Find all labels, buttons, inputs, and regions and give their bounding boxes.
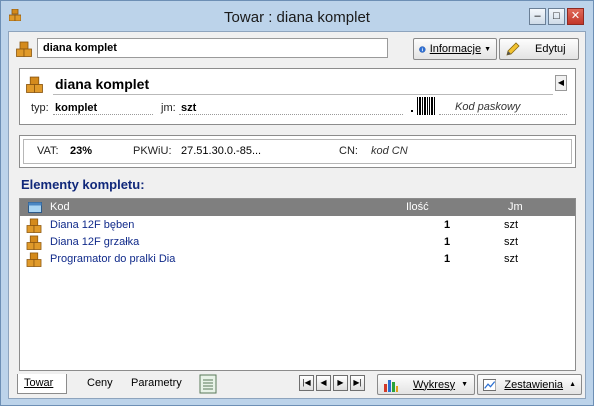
bottom-tabs-bar: Towar Ceny Parametry |◀ ◀ ▶ ▶| Wykresy ▼… xyxy=(9,371,585,398)
product-name-input[interactable]: diana komplet xyxy=(37,38,388,58)
table-row[interactable]: Diana 12F bęben 1 szt xyxy=(20,217,575,234)
pkwiu-value[interactable]: 27.51.30.0.-85... xyxy=(181,145,261,157)
cn-value[interactable]: kod CN xyxy=(371,145,408,157)
info-button-label: Informacje xyxy=(429,43,482,55)
product-icon xyxy=(26,76,43,93)
row-qty: 1 xyxy=(444,253,451,265)
report-chart-icon xyxy=(483,378,497,391)
tab-parametry[interactable]: Parametry xyxy=(125,374,188,394)
pencil-icon xyxy=(506,42,520,56)
window: Towar : diana komplet ‒ □ ✕ diana komple… xyxy=(0,0,594,406)
tab-parametry-label: Parametry xyxy=(131,377,182,389)
close-button[interactable]: ✕ xyxy=(567,8,584,25)
table-row[interactable]: Programator do pralki Dia 1 szt xyxy=(20,251,575,268)
tax-panel-inner xyxy=(23,139,572,164)
maximize-button[interactable]: □ xyxy=(548,8,565,25)
column-header-unit[interactable]: Jm xyxy=(508,201,523,213)
type-value: komplet xyxy=(55,102,98,114)
unit-label: jm: xyxy=(161,102,176,114)
info-icon xyxy=(419,45,426,53)
column-header-code[interactable]: Kod xyxy=(50,201,70,213)
row-code: Diana 12F bęben xyxy=(50,219,135,231)
unit-underline xyxy=(179,114,403,115)
grid-select-icon[interactable] xyxy=(28,202,42,213)
table-row[interactable]: Diana 12F grzałka 1 szt xyxy=(20,234,575,251)
type-label: typ: xyxy=(31,102,49,114)
title-bar[interactable]: Towar : diana komplet ‒ □ ✕ xyxy=(1,1,593,31)
barcode-field[interactable]: Kod paskowy xyxy=(455,101,520,113)
edit-button-label: Edytuj xyxy=(535,43,566,55)
row-code: Programator do pralki Dia xyxy=(50,253,176,265)
next-record-button[interactable]: ▶ xyxy=(333,375,348,391)
barcode-icon[interactable] xyxy=(411,96,437,116)
barcode-underline xyxy=(439,114,567,115)
last-record-button[interactable]: ▶| xyxy=(350,375,365,391)
chevron-up-icon: ▲ xyxy=(569,381,576,388)
components-grid: Kod Ilość Jm Diana 12F bęben 1 szt Diana… xyxy=(19,198,576,371)
minimize-button[interactable]: ‒ xyxy=(529,8,546,25)
product-icon xyxy=(16,41,32,57)
tab-towar[interactable]: Towar xyxy=(17,374,67,394)
first-record-button[interactable]: |◀ xyxy=(299,375,314,391)
product-icon xyxy=(26,235,42,250)
components-section-title: Elementy kompletu: xyxy=(21,177,145,192)
scroll-left-button[interactable]: ◀ xyxy=(555,75,567,91)
bar-chart-icon xyxy=(384,379,398,392)
vat-label: VAT: xyxy=(37,145,59,157)
summary-button[interactable]: Zestawienia ▲ xyxy=(477,374,582,395)
charts-button-label: Wykresy xyxy=(413,378,456,391)
cn-label: CN: xyxy=(339,145,358,157)
charts-button[interactable]: Wykresy ▼ xyxy=(377,374,475,395)
chevron-down-icon: ▼ xyxy=(484,45,491,53)
column-header-qty[interactable]: Ilość xyxy=(406,201,429,213)
tab-ceny[interactable]: Ceny xyxy=(81,374,119,394)
summary-button-label: Zestawienia xyxy=(504,378,564,391)
tab-towar-label: Towar xyxy=(24,377,54,389)
edit-button[interactable]: Edytuj xyxy=(499,38,579,60)
row-qty: 1 xyxy=(444,236,451,248)
row-code: Diana 12F grzałka xyxy=(50,236,140,248)
info-button[interactable]: Informacje ▼ xyxy=(413,38,497,60)
row-qty: 1 xyxy=(444,219,451,231)
type-underline xyxy=(53,114,153,115)
notes-icon[interactable] xyxy=(199,374,217,394)
prev-record-button[interactable]: ◀ xyxy=(316,375,331,391)
product-icon xyxy=(26,252,42,267)
tab-ceny-label: Ceny xyxy=(87,377,113,389)
pkwiu-label: PKWiU: xyxy=(133,145,172,157)
client-area: diana komplet Informacje ▼ Edytuj diana … xyxy=(8,31,586,399)
row-unit: szt xyxy=(504,236,519,248)
vat-value[interactable]: 23% xyxy=(70,145,92,157)
chevron-down-icon: ▼ xyxy=(461,381,469,388)
product-name-display: diana komplet xyxy=(53,73,553,95)
row-unit: szt xyxy=(504,219,519,231)
unit-value: szt xyxy=(181,102,197,114)
grid-header: Kod Ilość Jm xyxy=(20,199,575,216)
product-icon xyxy=(26,218,42,233)
row-unit: szt xyxy=(504,253,519,265)
window-title: Towar : diana komplet xyxy=(224,9,370,26)
